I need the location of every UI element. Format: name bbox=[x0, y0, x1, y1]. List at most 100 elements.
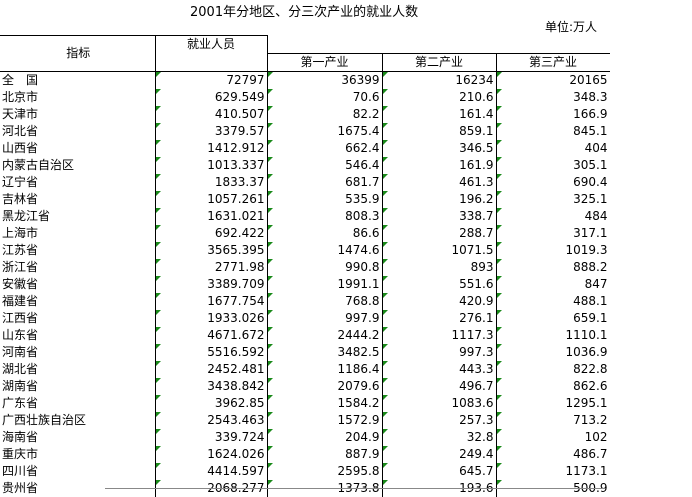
employed-cell: 5516.592 bbox=[155, 343, 268, 361]
header-blank bbox=[496, 36, 610, 54]
table-row: 内蒙古自治区 1013.337 546.4 161.9 305.1 bbox=[0, 156, 610, 174]
secondary-cell: 443.3 bbox=[382, 360, 497, 378]
region-cell: 辽宁省 bbox=[0, 173, 156, 191]
tertiary-cell: 1173.1 bbox=[496, 462, 610, 480]
employed-cell: 1412.912 bbox=[155, 139, 268, 157]
tertiary-cell: 1019.3 bbox=[496, 241, 610, 259]
employed-cell: 2452.481 bbox=[155, 360, 268, 378]
header-blank bbox=[155, 53, 268, 71]
primary-cell: 681.7 bbox=[267, 173, 383, 191]
table-row: 重庆市 1624.026 887.9 249.4 486.7 bbox=[0, 445, 610, 463]
primary-cell: 887.9 bbox=[267, 445, 383, 463]
region-cell: 江苏省 bbox=[0, 241, 156, 259]
employed-cell: 3389.709 bbox=[155, 275, 268, 293]
primary-cell: 1991.1 bbox=[267, 275, 383, 293]
table-row: 北京市 629.549 70.6 210.6 348.3 bbox=[0, 88, 610, 106]
tertiary-cell: 1036.9 bbox=[496, 343, 610, 361]
employed-cell: 2543.463 bbox=[155, 411, 268, 429]
region-cell: 上海市 bbox=[0, 224, 156, 242]
primary-cell: 768.8 bbox=[267, 292, 383, 310]
secondary-cell: 496.7 bbox=[382, 377, 497, 395]
primary-cell: 546.4 bbox=[267, 156, 383, 174]
tertiary-cell: 713.2 bbox=[496, 411, 610, 429]
employed-cell: 3379.57 bbox=[155, 122, 268, 140]
region-cell: 湖南省 bbox=[0, 377, 156, 395]
header-employed: 就业人员 bbox=[155, 35, 268, 53]
table-row: 上海市 692.422 86.6 288.7 317.1 bbox=[0, 224, 610, 242]
employed-cell: 339.724 bbox=[155, 428, 268, 446]
header-primary: 第一产业 bbox=[267, 52, 383, 71]
secondary-cell: 997.3 bbox=[382, 343, 497, 361]
region-cell: 黑龙江省 bbox=[0, 207, 156, 225]
tertiary-cell: 484 bbox=[496, 207, 610, 225]
tertiary-cell: 888.2 bbox=[496, 258, 610, 276]
primary-cell: 1572.9 bbox=[267, 411, 383, 429]
employment-table: 指标 就业人员 第一产业 第二产业 第三产业 全 国 72797 36399 1623… bbox=[0, 35, 610, 497]
secondary-cell: 346.5 bbox=[382, 139, 497, 157]
secondary-cell: 161.9 bbox=[382, 156, 497, 174]
table-row: 山东省 4671.672 2444.2 1117.3 1110.1 bbox=[0, 326, 610, 344]
secondary-cell: 288.7 bbox=[382, 224, 497, 242]
primary-cell: 3482.5 bbox=[267, 343, 383, 361]
tertiary-cell: 847 bbox=[496, 275, 610, 293]
table-row: 湖北省 2452.481 1186.4 443.3 822.8 bbox=[0, 360, 610, 378]
employed-cell: 1677.754 bbox=[155, 292, 268, 310]
employed-cell: 1013.337 bbox=[155, 156, 268, 174]
secondary-cell: 276.1 bbox=[382, 309, 497, 327]
employed-cell: 692.422 bbox=[155, 224, 268, 242]
primary-cell: 808.3 bbox=[267, 207, 383, 225]
primary-cell: 662.4 bbox=[267, 139, 383, 157]
secondary-cell: 210.6 bbox=[382, 88, 497, 106]
secondary-cell: 16234 bbox=[382, 70, 497, 89]
unit-label: 单位:万人 bbox=[545, 20, 598, 34]
table-row: 江苏省 3565.395 1474.6 1071.5 1019.3 bbox=[0, 241, 610, 259]
primary-cell: 1675.4 bbox=[267, 122, 383, 140]
employed-cell: 1631.021 bbox=[155, 207, 268, 225]
tertiary-cell: 102 bbox=[496, 428, 610, 446]
secondary-cell: 1117.3 bbox=[382, 326, 497, 344]
header-secondary: 第二产业 bbox=[382, 52, 497, 71]
region-cell: 海南省 bbox=[0, 428, 156, 446]
table-row: 安徽省 3389.709 1991.1 551.6 847 bbox=[0, 275, 610, 293]
secondary-cell: 338.7 bbox=[382, 207, 497, 225]
region-cell: 江西省 bbox=[0, 309, 156, 327]
employed-cell: 4414.597 bbox=[155, 462, 268, 480]
secondary-cell: 461.3 bbox=[382, 173, 497, 191]
region-cell: 广东省 bbox=[0, 394, 156, 412]
table-row: 全 国 72797 36399 16234 20165 bbox=[0, 70, 610, 89]
tertiary-cell: 822.8 bbox=[496, 360, 610, 378]
employed-cell: 2771.98 bbox=[155, 258, 268, 276]
tertiary-cell: 20165 bbox=[496, 70, 610, 89]
tertiary-cell: 325.1 bbox=[496, 190, 610, 208]
header-blank bbox=[267, 36, 382, 54]
header-tertiary: 第三产业 bbox=[496, 52, 610, 71]
table-row: 河南省 5516.592 3482.5 997.3 1036.9 bbox=[0, 343, 610, 361]
primary-cell: 2079.6 bbox=[267, 377, 383, 395]
primary-cell: 535.9 bbox=[267, 190, 383, 208]
region-cell: 山西省 bbox=[0, 139, 156, 157]
secondary-cell: 249.4 bbox=[382, 445, 497, 463]
table-row: 江西省 1933.026 997.9 276.1 659.1 bbox=[0, 309, 610, 327]
tertiary-cell: 1295.1 bbox=[496, 394, 610, 412]
table-row: 福建省 1677.754 768.8 420.9 488.1 bbox=[0, 292, 610, 310]
secondary-cell: 257.3 bbox=[382, 411, 497, 429]
region-cell: 天津市 bbox=[0, 105, 156, 123]
tertiary-cell: 486.7 bbox=[496, 445, 610, 463]
employed-cell: 1624.026 bbox=[155, 445, 268, 463]
secondary-cell: 32.8 bbox=[382, 428, 497, 446]
secondary-cell: 1083.6 bbox=[382, 394, 497, 412]
secondary-cell: 420.9 bbox=[382, 292, 497, 310]
secondary-cell: 893 bbox=[382, 258, 497, 276]
tertiary-cell: 862.6 bbox=[496, 377, 610, 395]
table-row: 河北省 3379.57 1675.4 859.1 845.1 bbox=[0, 122, 610, 140]
region-cell: 吉林省 bbox=[0, 190, 156, 208]
tertiary-cell: 690.4 bbox=[496, 173, 610, 191]
table-row: 山西省 1412.912 662.4 346.5 404 bbox=[0, 139, 610, 157]
header-indicator: 指标 bbox=[0, 35, 156, 71]
primary-cell: 1186.4 bbox=[267, 360, 383, 378]
employed-cell: 3438.842 bbox=[155, 377, 268, 395]
region-cell: 福建省 bbox=[0, 292, 156, 310]
table-row: 辽宁省 1833.37 681.7 461.3 690.4 bbox=[0, 173, 610, 191]
region-cell: 内蒙古自治区 bbox=[0, 156, 156, 174]
primary-cell: 82.2 bbox=[267, 105, 383, 123]
